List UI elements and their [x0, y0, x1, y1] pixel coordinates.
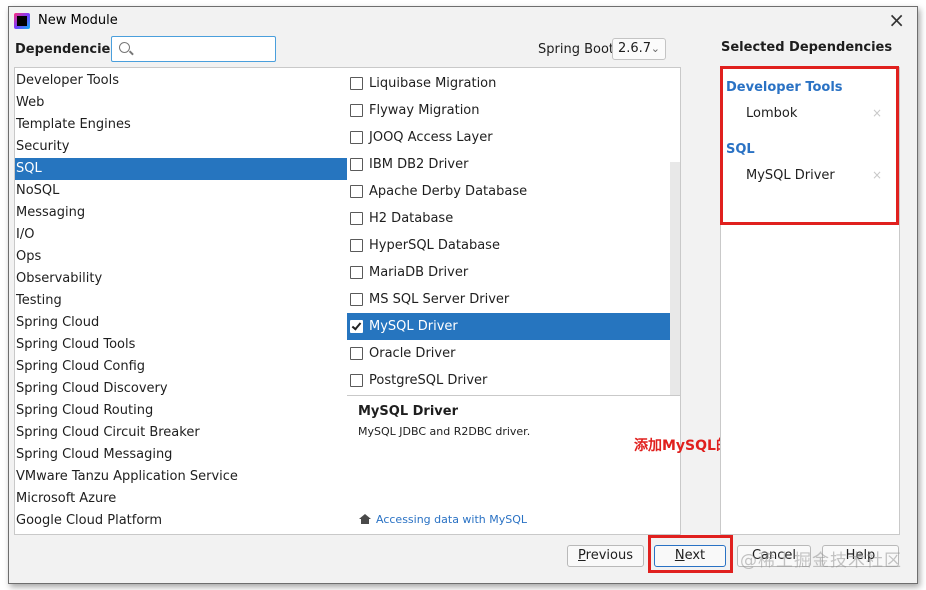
dependency-checkbox[interactable]	[350, 77, 363, 90]
window-title: New Module	[38, 13, 118, 28]
selected-group-developer-tools: Developer Tools	[726, 80, 843, 95]
dependency-label: Flyway Migration	[369, 103, 480, 118]
dependency-list: Liquibase Migration Flyway Migration JOOQ …	[347, 67, 681, 396]
dependency-row[interactable]: PostgreSQL Driver	[347, 367, 670, 394]
dependency-label: Oracle Driver	[369, 346, 456, 361]
guide-link-text: Accessing data with MySQL	[376, 513, 528, 526]
dependency-checkbox[interactable]	[350, 185, 363, 198]
category-item[interactable]: Spring Cloud	[15, 312, 347, 334]
dependency-checkbox[interactable]	[350, 320, 363, 333]
category-item[interactable]: Google Cloud Platform	[15, 510, 347, 532]
category-item[interactable]: Spring Cloud Discovery	[15, 378, 347, 400]
category-item[interactable]: Developer Tools	[15, 70, 347, 92]
search-icon	[119, 42, 130, 53]
dependency-label: MariaDB Driver	[369, 265, 469, 280]
selected-dependencies-panel: Developer Tools Lombok × SQL MySQL Drive…	[720, 67, 900, 535]
dependencies-label: Dependencies	[15, 42, 119, 57]
category-item[interactable]: Messaging	[15, 202, 347, 224]
dependency-row[interactable]: MS SQL Server Driver	[347, 286, 670, 313]
remove-mysql-driver-icon[interactable]: ×	[872, 168, 882, 182]
dependency-checkbox[interactable]	[350, 293, 363, 306]
next-button[interactable]: Next	[654, 545, 726, 567]
help-button[interactable]: Help	[822, 545, 899, 567]
description-text: MySQL JDBC and R2DBC driver.	[358, 425, 531, 438]
category-item[interactable]: NoSQL	[15, 180, 347, 202]
category-item[interactable]: Ops	[15, 246, 347, 268]
category-item[interactable]: Microsoft Azure	[15, 488, 347, 510]
dependency-row[interactable]: JOOQ Access Layer	[347, 124, 670, 151]
category-item[interactable]: Spring Cloud Routing	[15, 400, 347, 422]
dependency-row[interactable]: IBM DB2 Driver	[347, 151, 670, 178]
dependency-row[interactable]: Oracle Driver	[347, 340, 670, 367]
check-icon	[351, 320, 362, 331]
dependency-checkbox[interactable]	[350, 212, 363, 225]
dependency-label: JOOQ Access Layer	[369, 130, 493, 145]
spring-boot-label: Spring Boot	[538, 42, 615, 57]
dependency-label: MySQL Driver	[369, 319, 458, 334]
remove-lombok-icon[interactable]: ×	[872, 106, 882, 120]
chevron-down-icon: ⌄	[650, 42, 660, 55]
cancel-button[interactable]: Cancel	[737, 545, 811, 567]
dependency-row[interactable]: Apache Derby Database	[347, 178, 670, 205]
dependency-row[interactable]: Liquibase Migration	[347, 70, 670, 97]
spring-boot-version-value: 2.6.7	[618, 41, 652, 56]
category-item[interactable]: Web	[15, 92, 347, 114]
category-item[interactable]: SQL	[15, 158, 347, 180]
category-item[interactable]: Spring Cloud Messaging	[15, 444, 347, 466]
category-item[interactable]: Spring Cloud Circuit Breaker	[15, 422, 347, 444]
category-item[interactable]: Testing	[15, 290, 347, 312]
dependency-row[interactable]: HyperSQL Database	[347, 232, 670, 259]
dependency-list-scrollbar[interactable]	[670, 162, 680, 395]
dependency-checkbox[interactable]	[350, 266, 363, 279]
home-icon	[359, 514, 371, 524]
search-input[interactable]	[136, 39, 271, 59]
dependency-label: Apache Derby Database	[369, 184, 528, 199]
dependency-checkbox[interactable]	[350, 374, 363, 387]
dependency-description: MySQL Driver MySQL JDBC and R2DBC driver…	[347, 396, 681, 535]
selected-dependencies-title: Selected Dependencies	[721, 40, 893, 55]
category-item[interactable]: Security	[15, 136, 347, 158]
guide-link[interactable]: Accessing data with MySQL	[359, 513, 527, 526]
category-item[interactable]: VMware Tanzu Application Service	[15, 466, 347, 488]
category-item[interactable]: Spring Cloud Tools	[15, 334, 347, 356]
title-bar: New Module ×	[9, 7, 917, 35]
selected-item-mysql-driver: MySQL Driver	[746, 168, 835, 183]
category-item[interactable]: Template Engines	[15, 114, 347, 136]
category-item[interactable]: I/O	[15, 224, 347, 246]
dependency-label: H2 Database	[369, 211, 454, 226]
category-list: Developer Tools Web Template Engines Securi…	[14, 67, 348, 535]
search-field[interactable]	[111, 36, 276, 62]
selected-group-sql: SQL	[726, 142, 755, 157]
dependency-label: IBM DB2 Driver	[369, 157, 469, 172]
category-item[interactable]: Spring Cloud Config	[15, 356, 347, 378]
category-item[interactable]: Observability	[15, 268, 347, 290]
intellij-logo-icon	[14, 13, 30, 29]
close-icon[interactable]: ×	[888, 9, 905, 31]
dependency-checkbox[interactable]	[350, 158, 363, 171]
selected-item-lombok: Lombok	[746, 106, 798, 121]
previous-button[interactable]: Previous	[567, 545, 644, 567]
dependency-checkbox[interactable]	[350, 131, 363, 144]
description-title: MySQL Driver	[358, 404, 458, 419]
dependency-row[interactable]: H2 Database	[347, 205, 670, 232]
dependency-label: MS SQL Server Driver	[369, 292, 510, 307]
dependency-row[interactable]: Flyway Migration	[347, 97, 670, 124]
dependency-checkbox[interactable]	[350, 239, 363, 252]
dependency-checkbox[interactable]	[350, 347, 363, 360]
spring-boot-version-select[interactable]: 2.6.7 ⌄	[612, 38, 666, 60]
dependency-row[interactable]: MySQL Driver	[347, 313, 670, 340]
dependency-row[interactable]: MariaDB Driver	[347, 259, 670, 286]
dependency-label: PostgreSQL Driver	[369, 373, 488, 388]
dependency-label: Liquibase Migration	[369, 76, 497, 91]
dependency-checkbox[interactable]	[350, 104, 363, 117]
dependency-label: HyperSQL Database	[369, 238, 500, 253]
